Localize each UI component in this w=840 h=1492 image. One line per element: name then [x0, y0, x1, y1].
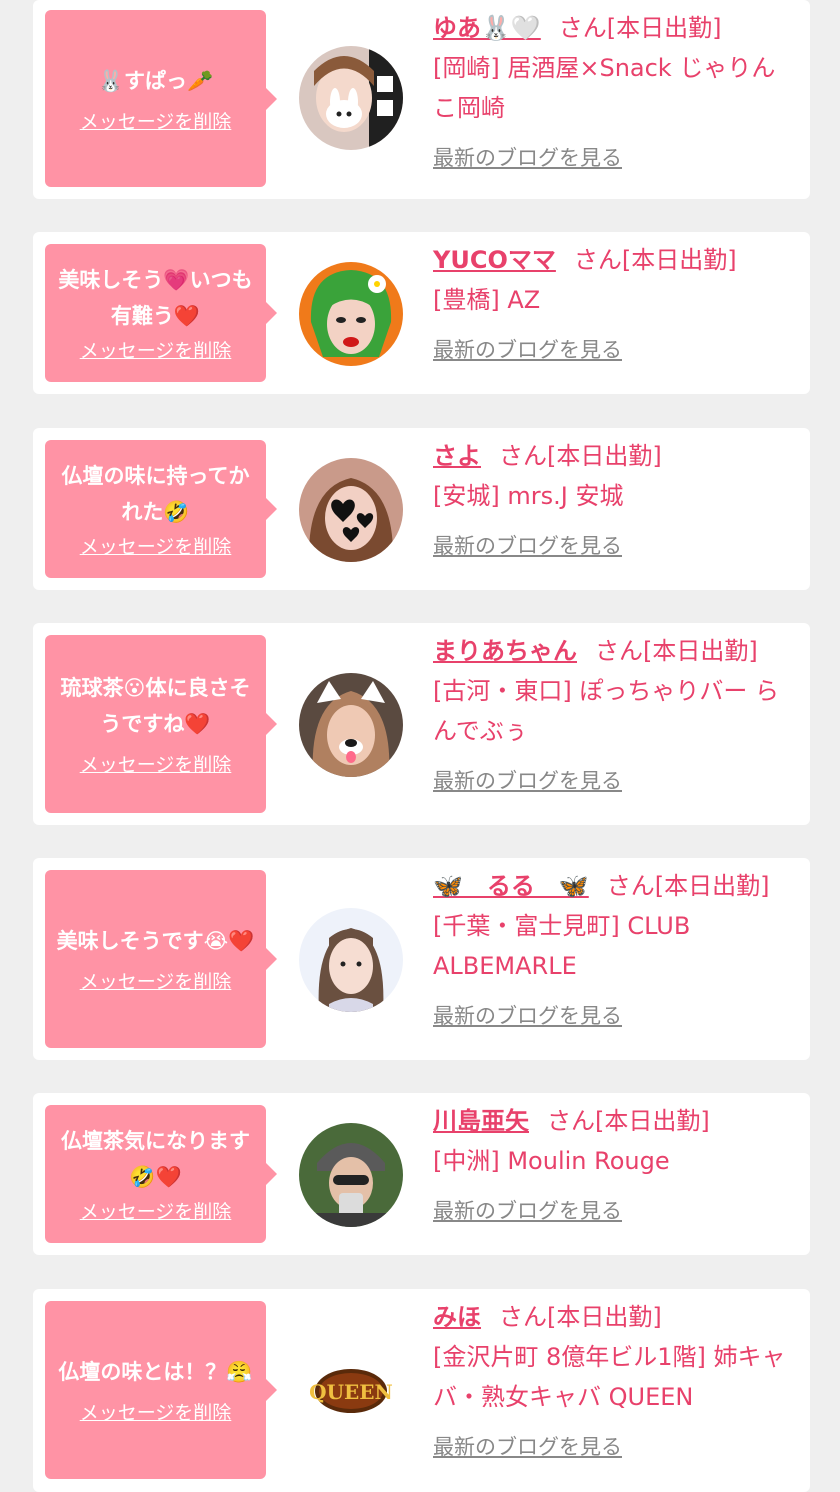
delete-message-link[interactable]: メッセージを削除	[80, 109, 232, 135]
avatar-logo-icon: QUEEN	[299, 1339, 403, 1443]
shop-name: [千葉・富士見町] CLUB ALBEMARLE	[433, 912, 691, 980]
member-info: YUCOママ さん[本日出勤] [豊橋] AZ 最新のブログを見る	[433, 240, 794, 364]
delete-message-link[interactable]: メッセージを削除	[80, 752, 232, 778]
message-text: 仏壇茶気になります🤣❤️	[61, 1129, 250, 1189]
member-name-link[interactable]: YUCOママ	[433, 246, 556, 274]
message-bubble: 琉球茶😮体に良さそうですね❤️ メッセージを削除	[45, 635, 277, 813]
member-name-link[interactable]: 川島亜矢	[433, 1107, 529, 1135]
shop-name: [古河・東口] ぽっちゃりバー らんでぶぅ	[433, 677, 779, 745]
avatar[interactable]	[299, 673, 403, 777]
message-card: 美味しそうです😭❤️ メッセージを削除 🦋 るる 🦋 さん[本日出勤] [千葉・富…	[33, 858, 810, 1060]
member-info: さよ さん[本日出勤] [安城] mrs.J 安城 最新のブログを見る	[433, 436, 794, 560]
member-info: ゆあ🐰🤍 さん[本日出勤] [岡崎] 居酒屋×Snack じゃりんこ岡崎 最新のブ…	[433, 8, 794, 172]
message-bubble: 仏壇の味とは！？😤 メッセージを削除	[45, 1301, 277, 1479]
status-text: さん[本日出勤]	[595, 637, 758, 665]
message-card: 🐰すぱっ🥕 メッセージを削除 ゆあ🐰🤍 さん[本日出勤] [岡崎] 居酒屋×Sna…	[33, 0, 810, 199]
avatar-photo-icon	[299, 458, 403, 562]
message-text: 琉球茶😮体に良さそうですね❤️	[60, 676, 251, 736]
delete-message-link[interactable]: メッセージを削除	[80, 969, 232, 995]
message-bubble: 美味しそうです😭❤️ メッセージを削除	[45, 870, 277, 1048]
message-card: 仏壇の味とは！？😤 メッセージを削除 QUEEN みほ さん[本日出勤] [金沢片…	[33, 1289, 810, 1492]
member-name-link[interactable]: 🦋 るる 🦋	[433, 872, 589, 900]
logo-text: QUEEN	[309, 1380, 393, 1404]
avatar[interactable]	[299, 262, 403, 366]
latest-blog-link[interactable]: 最新のブログを見る	[433, 334, 622, 364]
message-text: 美味しそうです😭❤️	[56, 929, 255, 953]
avatar-photo-icon	[299, 46, 403, 150]
avatar-illustration-icon	[299, 262, 403, 366]
latest-blog-link[interactable]: 最新のブログを見る	[433, 1195, 622, 1225]
message-card: 仏壇茶気になります🤣❤️ メッセージを削除 川島亜矢 さん[本日出勤] [中洲] …	[33, 1093, 810, 1255]
message-card: 美味しそう💗いつも有難う❤️ メッセージを削除 YUCOママ さん[本日出勤] […	[33, 232, 810, 394]
member-name-link[interactable]: ゆあ🐰🤍	[433, 14, 541, 42]
latest-blog-link[interactable]: 最新のブログを見る	[433, 765, 622, 795]
member-name-link[interactable]: まりあちゃん	[433, 637, 577, 665]
avatar[interactable]	[299, 1123, 403, 1227]
member-name-link[interactable]: さよ	[433, 442, 481, 470]
message-bubble: 仏壇の味に持ってかれた🤣 メッセージを削除	[45, 440, 277, 578]
message-text: 仏壇の味に持ってかれた🤣	[61, 464, 250, 524]
message-bubble: 仏壇茶気になります🤣❤️ メッセージを削除	[45, 1105, 277, 1243]
member-info: みほ さん[本日出勤] [金沢片町 8億年ビル1階] 姉キャバ・熟女キャバ QUE…	[433, 1297, 794, 1461]
message-card: 琉球茶😮体に良さそうですね❤️ メッセージを削除 まりあちゃん さん[本日出勤] …	[33, 623, 810, 825]
message-card: 仏壇の味に持ってかれた🤣 メッセージを削除 さよ さん[本日出勤] [安城] mr…	[33, 428, 810, 590]
shop-name: [豊橋] AZ	[433, 286, 541, 314]
status-text: さん[本日出勤]	[573, 246, 737, 274]
shop-name: [岡崎] 居酒屋×Snack じゃりんこ岡崎	[433, 54, 776, 122]
shop-name: [金沢片町 8億年ビル1階] 姉キャバ・熟女キャバ QUEEN	[433, 1343, 786, 1411]
status-text: さん[本日出勤]	[499, 1303, 662, 1331]
latest-blog-link[interactable]: 最新のブログを見る	[433, 530, 622, 560]
avatar[interactable]	[299, 458, 403, 562]
latest-blog-link[interactable]: 最新のブログを見る	[433, 142, 622, 172]
status-text: さん[本日出勤]	[499, 442, 662, 470]
member-name-link[interactable]: みほ	[433, 1303, 481, 1331]
shop-name: [安城] mrs.J 安城	[433, 482, 624, 510]
message-bubble: 🐰すぱっ🥕 メッセージを削除	[45, 10, 277, 187]
latest-blog-link[interactable]: 最新のブログを見る	[433, 1000, 622, 1030]
avatar[interactable]: QUEEN	[299, 1339, 403, 1443]
message-text: 仏壇の味とは！？😤	[58, 1360, 253, 1384]
latest-blog-link[interactable]: 最新のブログを見る	[433, 1431, 622, 1461]
avatar-photo-icon	[299, 673, 403, 777]
avatar[interactable]	[299, 908, 403, 1012]
avatar-photo-icon	[299, 1123, 403, 1227]
member-info: 川島亜矢 さん[本日出勤] [中洲] Moulin Rouge 最新のブログを見る	[433, 1101, 794, 1225]
message-text: 美味しそう💗いつも有難う❤️	[58, 268, 253, 328]
avatar[interactable]	[299, 46, 403, 150]
status-text: さん[本日出勤]	[558, 14, 722, 42]
delete-message-link[interactable]: メッセージを削除	[80, 338, 232, 364]
message-bubble: 美味しそう💗いつも有難う❤️ メッセージを削除	[45, 244, 277, 382]
status-text: さん[本日出勤]	[606, 872, 770, 900]
message-text: 🐰すぱっ🥕	[97, 68, 214, 93]
member-info: 🦋 るる 🦋 さん[本日出勤] [千葉・富士見町] CLUB ALBEMARLE …	[433, 866, 794, 1030]
shop-name: [中洲] Moulin Rouge	[433, 1147, 670, 1175]
status-text: さん[本日出勤]	[547, 1107, 710, 1135]
delete-message-link[interactable]: メッセージを削除	[80, 1400, 232, 1426]
avatar-photo-icon	[299, 908, 403, 1012]
delete-message-link[interactable]: メッセージを削除	[80, 1199, 232, 1225]
member-info: まりあちゃん さん[本日出勤] [古河・東口] ぽっちゃりバー らんでぶぅ 最新の…	[433, 631, 794, 795]
delete-message-link[interactable]: メッセージを削除	[80, 534, 232, 560]
